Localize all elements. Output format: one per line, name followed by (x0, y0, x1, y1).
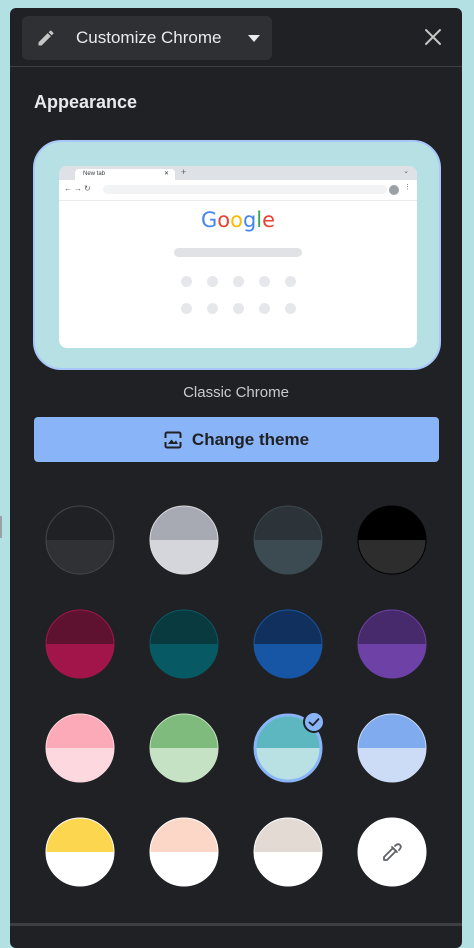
color-swatch-purple[interactable] (357, 609, 427, 679)
color-swatch-peach[interactable] (149, 817, 219, 887)
color-swatch-teal-dark[interactable] (149, 609, 219, 679)
swatch-circle (149, 713, 219, 783)
panel-header: Customize Chrome (10, 8, 462, 67)
swatch-circle (357, 505, 427, 575)
resize-handle[interactable] (0, 516, 2, 538)
logo-letter: o (230, 208, 243, 232)
color-swatch-green[interactable] (149, 713, 219, 783)
color-swatch-aqua[interactable] (253, 711, 325, 783)
swatch-circle (149, 505, 219, 575)
swatch-circle (45, 505, 115, 575)
preview-google-logo: Google (59, 208, 417, 232)
theme-preview-card[interactable]: New tab ✕ + ⌄ ←→↻ ⋮ Google (33, 140, 441, 370)
color-swatch-slate[interactable] (253, 505, 323, 575)
color-swatch-grey[interactable] (149, 505, 219, 575)
browser-preview: New tab ✕ + ⌄ ←→↻ ⋮ Google (59, 166, 417, 348)
preview-nav-icons: ←→↻ (64, 184, 93, 193)
color-swatch-navy[interactable] (253, 609, 323, 679)
preview-shortcut-tile (181, 276, 192, 287)
logo-letter: o (217, 208, 231, 232)
color-swatch-beige[interactable] (253, 817, 323, 887)
preview-tab: New tab ✕ (75, 169, 175, 180)
color-swatch-custom[interactable] (357, 817, 427, 887)
preview-toolbar: ←→↻ ⋮ (59, 180, 417, 201)
preview-shortcut-tile (285, 303, 296, 314)
preview-shortcut-tile (233, 303, 244, 314)
preview-tab-search-icon: ⌄ (403, 168, 409, 175)
swatch-circle (357, 713, 427, 783)
section-title-appearance: Appearance (34, 92, 138, 112)
swatch-circle (357, 817, 427, 887)
preview-shortcut-tile (233, 276, 244, 287)
image-icon (163, 431, 182, 448)
swatch-circle (253, 817, 323, 887)
pencil-icon (38, 30, 54, 46)
preview-searchbox (174, 248, 302, 257)
customize-chrome-panel: Customize Chrome Appearance New tab ✕ + … (10, 8, 462, 948)
logo-letter: G (200, 208, 218, 232)
swatch-circle (149, 817, 219, 887)
swatch-circle (253, 505, 323, 575)
preview-omnibox (103, 185, 387, 194)
selected-check-icon (303, 711, 325, 733)
preview-menu-icon: ⋮ (404, 184, 411, 191)
change-theme-button[interactable]: Change theme (34, 417, 439, 462)
swatch-circle (253, 609, 323, 679)
change-theme-label: Change theme (191, 429, 310, 449)
preview-shortcut-tile (285, 276, 296, 287)
preview-shortcut-tile (207, 303, 218, 314)
preview-shortcut-tile (207, 276, 218, 287)
swatch-circle (357, 609, 427, 679)
logo-letter: e (262, 208, 276, 232)
panel-title: Customize Chrome (76, 28, 222, 47)
preview-tab-close-icon: ✕ (163, 171, 169, 177)
preview-avatar (389, 185, 399, 195)
preview-shortcut-tile (259, 303, 270, 314)
panel-bottom-divider (10, 923, 462, 926)
preview-shortcut-tile (181, 303, 192, 314)
color-swatch-default-dark[interactable] (45, 505, 115, 575)
color-swatch-yellow[interactable] (45, 817, 115, 887)
close-icon[interactable] (424, 28, 442, 46)
preview-tabstrip: New tab ✕ + ⌄ (59, 166, 417, 180)
preview-tab-title: New tab (83, 171, 106, 177)
preview-shortcut-tile (259, 276, 270, 287)
color-swatch-black[interactable] (357, 505, 427, 575)
swatch-circle (45, 713, 115, 783)
swatch-circle (45, 609, 115, 679)
customize-chrome-dropdown[interactable]: Customize Chrome (22, 16, 272, 60)
theme-name: Classic Chrome (183, 384, 289, 401)
color-swatch-maroon[interactable] (45, 609, 115, 679)
color-swatch-blue[interactable] (357, 713, 427, 783)
color-swatch-pink[interactable] (45, 713, 115, 783)
swatch-circle (149, 609, 219, 679)
preview-new-tab-icon: + (181, 167, 187, 177)
logo-letter: g (242, 208, 257, 232)
swatch-circle (45, 817, 115, 887)
caret-down-icon (248, 35, 260, 42)
